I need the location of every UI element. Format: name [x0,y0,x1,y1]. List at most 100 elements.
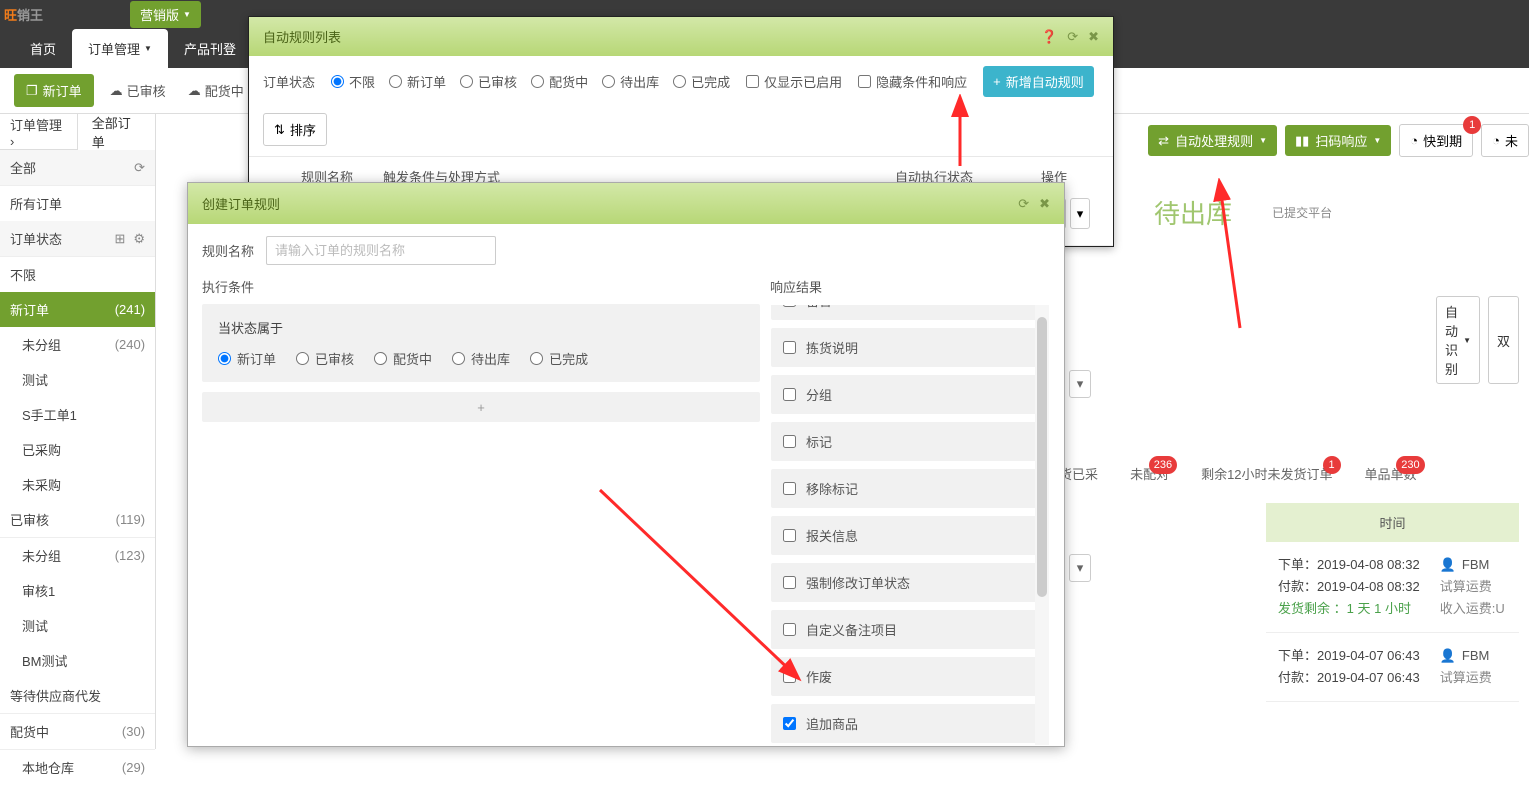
cloud-icon: ☁ [110,83,123,99]
sidebar-header-all[interactable]: 全部 ⟳ [0,150,155,186]
sidebar-waiting-supplier[interactable]: 等待供应商代发 [0,678,155,714]
cond-radio-done[interactable]: 已完成 [530,349,588,368]
new-order-button[interactable]: ❐新订单 [14,74,94,107]
stat-single-badge: 230 [1396,456,1424,474]
sidebar-shipping[interactable]: 配货中(30) [0,714,155,750]
resp-item[interactable]: 移除标记 [771,469,1045,508]
sidebar-local-wh[interactable]: 本地仓库(29) [0,750,155,785]
order-remaining: 发货剩余 ：1 天 1 小时 [1278,598,1420,620]
response-list: 留言 拣货说明 分组 标记 移除标记 报关信息 强制修改订单状态 自定义备注项目… [770,304,1050,746]
barcode-icon: ▮▮ [1295,133,1309,149]
radio-shipping[interactable]: 配货中 [531,72,588,91]
swap-icon: ⇄ [1158,133,1169,149]
show-enabled-checkbox[interactable]: 仅显示已启用 [746,72,842,91]
setting-caret-button[interactable]: ▾ [1070,198,1091,229]
resp-item[interactable]: 自定义备注项目 [771,610,1045,649]
auto-rules-button[interactable]: ⇄自动处理规则▼ [1148,125,1277,156]
sort-button[interactable]: ⇅排序 [263,113,327,146]
radio-reviewed[interactable]: 已审核 [460,72,517,91]
sidebar-all-orders[interactable]: 所有订单 [0,186,155,221]
resp-item[interactable]: 标记 [771,422,1045,461]
refresh-icon[interactable]: ⟳ [1067,29,1078,45]
resp-item[interactable]: 分组 [771,375,1045,414]
resp-result-label: 响应结果 [770,277,1050,296]
sidebar-reviewed[interactable]: 已审核(119) [0,502,155,538]
sidebar-new-order[interactable]: 新订单(241) [0,292,155,327]
refresh-icon[interactable]: ⟳ [134,160,145,176]
nav-orders[interactable]: 订单管理▼ [72,29,168,68]
order-trial-fee[interactable]: 试算运费 [1440,576,1505,598]
add-condition-button[interactable]: + [202,392,760,422]
help-icon[interactable]: ❓ [1041,29,1057,45]
create-rule-modal: 创建订单规则 ⟳ ✖ 规则名称 执行条件 当状态属于 新订单 已审核 配货中 待… [187,182,1065,747]
sidebar-purchased[interactable]: 已采购 [0,432,155,467]
dropdown-caret[interactable]: ▾ [1069,370,1091,398]
resp-item[interactable]: 作废 [771,657,1045,696]
resp-item[interactable]: 留言 [771,304,1045,320]
resp-item[interactable]: 拣货说明 [771,328,1045,367]
subnav-reviewed[interactable]: ☁已审核 [104,81,172,100]
cloud-icon: ☁ [188,83,201,99]
radio-pending-out[interactable]: 待出库 [602,72,659,91]
copy-icon: ❐ [26,83,38,99]
cond-radio-shipping[interactable]: 配货中 [374,349,432,368]
rule-name-label: 规则名称 [202,241,254,260]
expiring-button[interactable]: ◔快到期 [1399,124,1473,157]
add-auto-rule-button[interactable]: +新增自动规则 [983,66,1094,97]
nav-home[interactable]: 首页 [14,29,72,68]
double-select[interactable]: 双 [1488,296,1519,384]
tree-icon[interactable]: ⊞ [114,231,125,247]
order-created: 下单：2019-04-07 06:43 [1278,645,1420,667]
close-icon[interactable]: ✖ [1039,196,1050,212]
nav-products[interactable]: 产品刊登 [168,29,252,68]
stage-sublabel: 已提交平台 [1272,204,1332,221]
hide-cond-checkbox[interactable]: 隐藏条件和响应 [858,72,967,91]
refresh-icon[interactable]: ⟳ [1018,196,1029,212]
rule-name-input[interactable] [266,236,496,265]
sidebar-unlimited[interactable]: 不限 [0,257,155,292]
sidebar-review1[interactable]: 审核1 [0,573,155,608]
expiring-badge: 1 [1463,116,1481,134]
gear-icon[interactable]: ⚙ [133,231,145,247]
app-logo: 旺销王 [4,0,43,28]
scan-resp-button[interactable]: ▮▮扫码响应▼ [1285,125,1391,156]
subnav-shipping[interactable]: ☁配货中 [182,81,250,100]
stat-unmatched[interactable]: 未配对236 [1130,464,1169,483]
sidebar-ungrouped1[interactable]: 未分组(240) [0,327,155,362]
cond-radio-pending[interactable]: 待出库 [452,349,510,368]
stat-single[interactable]: 单品单数230 [1365,464,1417,483]
not-done-button[interactable]: ◔未 [1481,124,1529,157]
sidebar-test2[interactable]: 测试 [0,608,155,643]
sidebar-bmtest[interactable]: BM测试 [0,643,155,678]
resp-item-checked[interactable]: 追加商品 [771,704,1045,743]
cond-radio-reviewed[interactable]: 已审核 [296,349,354,368]
radio-completed[interactable]: 已完成 [673,72,730,91]
sidebar-manual[interactable]: S手工单1 [0,397,155,432]
sort-icon: ⇅ [274,122,285,138]
stat-12h-badge: 1 [1323,456,1341,474]
marketing-menu[interactable]: 营销版▼ [130,1,201,28]
plus-icon: + [477,400,485,415]
sidebar-test[interactable]: 测试 [0,362,155,397]
scrollbar[interactable] [1035,305,1049,745]
stat-12h[interactable]: 剩余12小时未发货订单1 [1201,464,1332,483]
order-status-label: 订单状态 [263,72,315,91]
sidebar-unpurchased[interactable]: 未采购 [0,467,155,502]
modal-title: 自动规则列表 [263,27,341,46]
breadcrumb-tab[interactable]: 全部订单 [78,115,155,150]
order-fbm: 👤FBM [1440,554,1505,576]
dropdown-caret[interactable]: ▾ [1069,554,1091,582]
order-trial-fee[interactable]: 试算运费 [1440,667,1492,689]
radio-new-order[interactable]: 新订单 [389,72,446,91]
radio-unlimited[interactable]: 不限 [331,72,375,91]
auto-detect-select[interactable]: 自动识别▼ [1436,296,1480,384]
breadcrumb[interactable]: 订单管理 › [0,114,78,149]
order-fbm: 👤FBM [1440,645,1492,667]
sidebar-ungrouped2[interactable]: 未分组(123) [0,538,155,573]
cond-radio-new[interactable]: 新订单 [218,349,276,368]
resp-item[interactable]: 强制修改订单状态 [771,563,1045,602]
scrollbar-thumb[interactable] [1037,317,1047,597]
close-icon[interactable]: ✖ [1088,29,1099,45]
time-column-header: 时间 [1266,503,1519,542]
resp-item[interactable]: 报关信息 [771,516,1045,555]
